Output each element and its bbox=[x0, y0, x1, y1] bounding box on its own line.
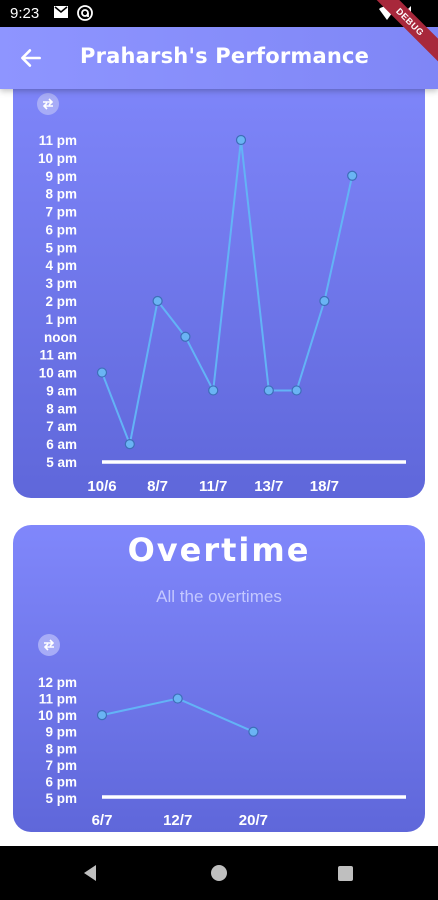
y-tick-label: 12 pm bbox=[38, 675, 77, 690]
recents-square-icon[interactable] bbox=[334, 862, 356, 884]
y-tick-label: 8 pm bbox=[45, 741, 77, 756]
data-point bbox=[319, 295, 330, 307]
at-sign-icon bbox=[77, 5, 93, 21]
y-tick-label: 10 pm bbox=[38, 708, 77, 723]
data-point bbox=[291, 385, 302, 396]
performance-chart-card: 5 am 6 am 7 am 8 am 9 am 10 am 11 am noon 1 pm 2 … bbox=[13, 60, 425, 498]
data-point bbox=[96, 367, 108, 378]
y-tick-label: 6 am bbox=[46, 437, 77, 452]
data-point bbox=[208, 385, 219, 396]
debug-banner: DEBUG bbox=[374, 0, 438, 64]
overtime-line-chart: 5 pm 6 pm7 pm 8 pm9 pm 10 pm11 pm 12 pm 6/7 12… bbox=[38, 675, 406, 829]
arrow-left-icon[interactable] bbox=[18, 45, 44, 71]
app-bar: Praharsh's Performance bbox=[0, 27, 438, 89]
overtime-chart-card: Overtime All the overtimes 5 pm 6 pm 7 pm 8… bbox=[13, 525, 425, 832]
home-circle-icon[interactable] bbox=[208, 862, 230, 884]
y-tick-label: 1 pm bbox=[45, 312, 77, 327]
y-tick-label: 5 am bbox=[46, 455, 77, 470]
data-point bbox=[235, 134, 247, 146]
x-tick-label: 18/7 bbox=[310, 478, 339, 495]
y-tick-label: 10 pm bbox=[38, 151, 77, 166]
y-tick-label: 9 am bbox=[46, 383, 77, 398]
data-point bbox=[124, 439, 135, 450]
page-title: Praharsh's Performance bbox=[80, 44, 370, 68]
y-tick-label: 5 pm bbox=[45, 240, 77, 255]
data-point bbox=[172, 693, 183, 704]
y-tick-label: 6 pm bbox=[45, 222, 77, 237]
x-tick-label: 13/7 bbox=[254, 478, 283, 495]
y-tick-label: 7 pm bbox=[45, 758, 77, 773]
y-tick-label: 9 pm bbox=[45, 725, 77, 740]
y-tick-label: 4 pm bbox=[45, 258, 77, 273]
system-nav-bar bbox=[0, 846, 438, 900]
x-tick-label: 6/7 bbox=[92, 812, 113, 829]
performance-line-chart: 5 am 6 am 7 am 8 am 9 am 10 am 11 am noon 1 pm 2 … bbox=[38, 133, 406, 495]
y-tick-label: 11 am bbox=[39, 348, 77, 363]
y-tick-label: 8 pm bbox=[45, 187, 77, 202]
data-point bbox=[96, 710, 108, 721]
debug-banner-label: DEBUG bbox=[374, 0, 438, 64]
data-point bbox=[152, 295, 163, 307]
y-tick-label: 11 pm bbox=[39, 133, 77, 148]
x-tick-label: 20/7 bbox=[239, 812, 268, 829]
y-tick-label: 6 pm bbox=[45, 774, 77, 789]
series-line bbox=[101, 139, 354, 446]
y-tick-label: 7 pm bbox=[45, 205, 77, 220]
y-tick-label: 11 pm bbox=[39, 692, 77, 707]
data-point bbox=[347, 170, 358, 181]
y-tick-label: 10 am bbox=[39, 366, 77, 381]
status-bar: 9:23 bbox=[0, 0, 438, 27]
y-tick-label: noon bbox=[44, 330, 77, 345]
y-tick-label: 7 am bbox=[46, 419, 77, 434]
data-point bbox=[180, 331, 191, 342]
x-tick-label: 11/7 bbox=[199, 478, 227, 495]
gmail-icon bbox=[54, 6, 68, 18]
y-tick-label: 9 pm bbox=[45, 169, 77, 184]
x-tick-label: 8/7 bbox=[147, 478, 168, 495]
y-tick-label: 2 pm bbox=[45, 294, 77, 309]
x-tick-label: 10/6 bbox=[87, 478, 116, 495]
x-tick-label: 12/7 bbox=[163, 812, 192, 829]
data-point bbox=[263, 385, 274, 396]
back-triangle-icon[interactable] bbox=[80, 862, 102, 884]
data-point bbox=[248, 726, 259, 737]
y-tick-label: 5 pm bbox=[45, 791, 77, 806]
status-time: 9:23 bbox=[10, 5, 40, 22]
y-tick-label: 3 pm bbox=[45, 276, 77, 291]
y-tick-label: 8 am bbox=[46, 401, 77, 416]
